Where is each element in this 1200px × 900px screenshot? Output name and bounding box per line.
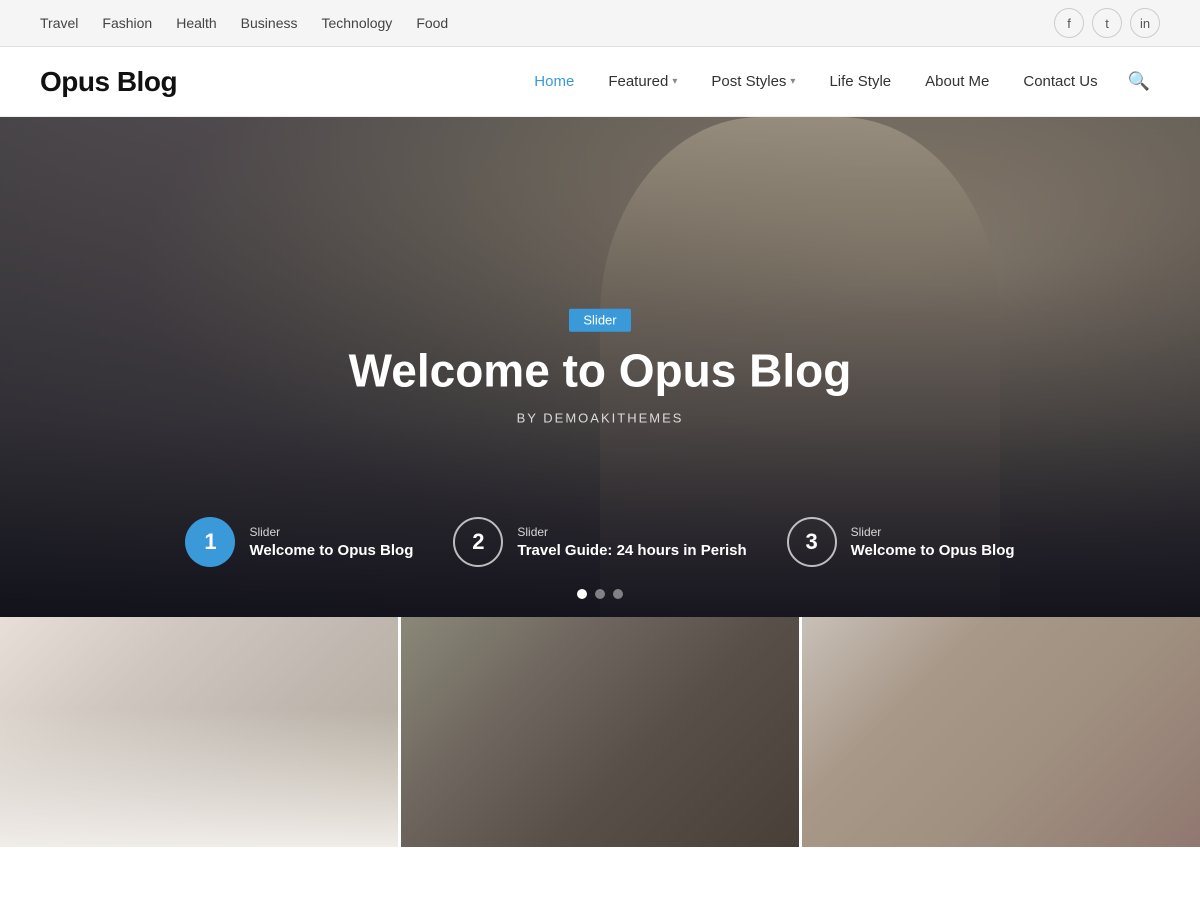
social-icons: f t in [1054, 8, 1160, 38]
slider-thumb-number-3: 3 [787, 517, 837, 567]
slider-thumb-tag-1: Slider [249, 525, 413, 539]
slider-thumb-2[interactable]: 2 Slider Travel Guide: 24 hours in Peris… [453, 517, 746, 567]
post-card-image-2 [401, 617, 799, 847]
slider-dots [577, 589, 623, 599]
nav-life-style[interactable]: Life Style [815, 67, 905, 96]
nav-home[interactable]: Home [520, 67, 588, 96]
twitter-icon[interactable]: t [1092, 8, 1122, 38]
site-header: Opus Blog Home Featured ▾ Post Styles ▾ … [0, 47, 1200, 117]
hero-author: BY DEMOAKITHEMES [300, 410, 900, 425]
slider-thumb-text-2: Slider Travel Guide: 24 hours in Perish [517, 525, 746, 560]
slider-thumb-number-1: 1 [185, 517, 235, 567]
nav-about-me[interactable]: About Me [911, 67, 1003, 96]
slider-thumb-tag-2: Slider [517, 525, 746, 539]
slider-thumb-1[interactable]: 1 Slider Welcome to Opus Blog [185, 517, 413, 567]
post-card-2[interactable] [401, 617, 799, 847]
topbar-link-travel[interactable]: Travel [40, 15, 78, 31]
hero-content: Slider Welcome to Opus Blog BY DEMOAKITH… [300, 309, 900, 426]
topbar-link-fashion[interactable]: Fashion [102, 15, 152, 31]
post-card-image-1 [0, 617, 398, 847]
search-icon[interactable]: 🔍 [1118, 65, 1160, 98]
nav-post-styles[interactable]: Post Styles ▾ [697, 67, 809, 96]
post-card-image-3 [802, 617, 1200, 847]
hero-tag-label: Slider [569, 309, 630, 332]
slider-thumb-title-2: Travel Guide: 24 hours in Perish [517, 542, 746, 559]
nav-contact-us[interactable]: Contact Us [1009, 67, 1111, 96]
facebook-icon[interactable]: f [1054, 8, 1084, 38]
nav-featured[interactable]: Featured ▾ [594, 67, 691, 96]
post-card-1[interactable] [0, 617, 398, 847]
site-logo[interactable]: Opus Blog [40, 66, 177, 98]
slider-thumb-tag-3: Slider [851, 525, 1015, 539]
hero-title: Welcome to Opus Blog [300, 346, 900, 397]
topbar-link-business[interactable]: Business [241, 15, 298, 31]
topbar-link-food[interactable]: Food [416, 15, 448, 31]
post-styles-chevron-icon: ▾ [790, 76, 795, 87]
main-nav: Home Featured ▾ Post Styles ▾ Life Style… [520, 65, 1160, 98]
slider-thumb-title-3: Welcome to Opus Blog [851, 542, 1015, 559]
post-grid [0, 617, 1200, 847]
slider-thumb-title-1: Welcome to Opus Blog [249, 542, 413, 559]
topbar-link-health[interactable]: Health [176, 15, 216, 31]
linkedin-icon[interactable]: in [1130, 8, 1160, 38]
top-bar: Travel Fashion Health Business Technolog… [0, 0, 1200, 47]
topbar-link-technology[interactable]: Technology [321, 15, 392, 31]
slider-thumbnails: 1 Slider Welcome to Opus Blog 2 Slider T… [0, 517, 1200, 567]
top-bar-nav: Travel Fashion Health Business Technolog… [40, 15, 448, 31]
hero-slider: Slider Welcome to Opus Blog BY DEMOAKITH… [0, 117, 1200, 617]
slider-thumb-text-1: Slider Welcome to Opus Blog [249, 525, 413, 560]
featured-chevron-icon: ▾ [672, 76, 677, 87]
slider-dot-2[interactable] [595, 589, 605, 599]
slider-thumb-3[interactable]: 3 Slider Welcome to Opus Blog [787, 517, 1015, 567]
slider-dot-1[interactable] [577, 589, 587, 599]
post-card-3[interactable] [802, 617, 1200, 847]
slider-thumb-text-3: Slider Welcome to Opus Blog [851, 525, 1015, 560]
slider-dot-3[interactable] [613, 589, 623, 599]
slider-thumb-number-2: 2 [453, 517, 503, 567]
